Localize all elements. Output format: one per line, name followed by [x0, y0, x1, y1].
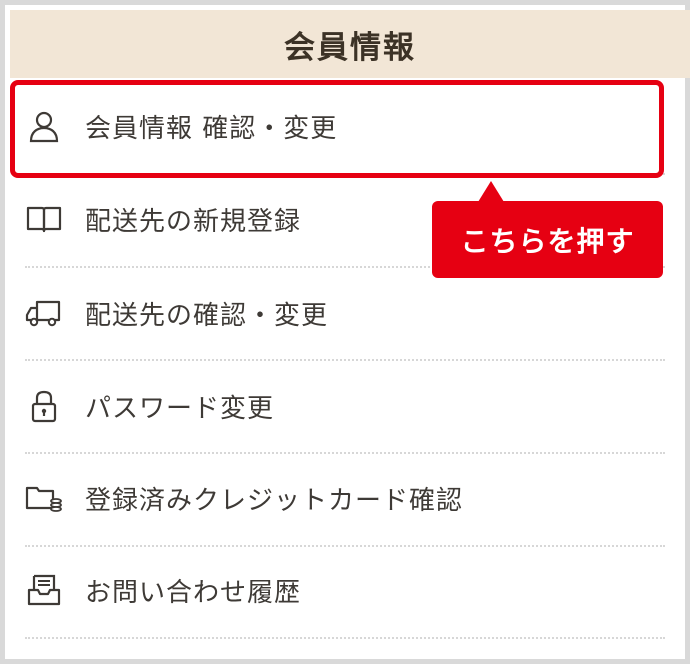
callout-text: こちらを押す [460, 224, 635, 258]
menu-item-label: 配送先の新規登録 [85, 206, 302, 237]
page-title: 会員情報 [284, 29, 416, 66]
book-icon [25, 200, 63, 238]
callout-tooltip: こちらを押す [432, 201, 663, 278]
divider [25, 359, 665, 361]
menu-item-label: 登録済みクレジットカード確認 [85, 485, 464, 516]
divider [25, 452, 665, 454]
page-header: 会員情報 [10, 10, 690, 78]
menu-item-credit-card[interactable]: 登録済みクレジットカード確認 [25, 479, 665, 517]
menu-item-label: パスワード変更 [85, 393, 275, 424]
menu-item-password[interactable]: パスワード変更 [25, 387, 665, 425]
menu-item-inquiry-history[interactable]: お問い合わせ履歴 [25, 571, 665, 609]
callout-pointer [478, 181, 504, 202]
lock-icon [25, 387, 63, 425]
menu-item-label: お問い合わせ履歴 [85, 577, 302, 608]
divider [25, 637, 665, 639]
inbox-icon [25, 571, 63, 609]
menu-item-label: 配送先の確認・変更 [85, 300, 329, 331]
menu-item-address-edit[interactable]: 配送先の確認・変更 [25, 294, 665, 332]
truck-icon [25, 294, 63, 332]
highlight-box [10, 80, 664, 178]
wallet-icon [25, 479, 63, 517]
divider [25, 545, 665, 547]
